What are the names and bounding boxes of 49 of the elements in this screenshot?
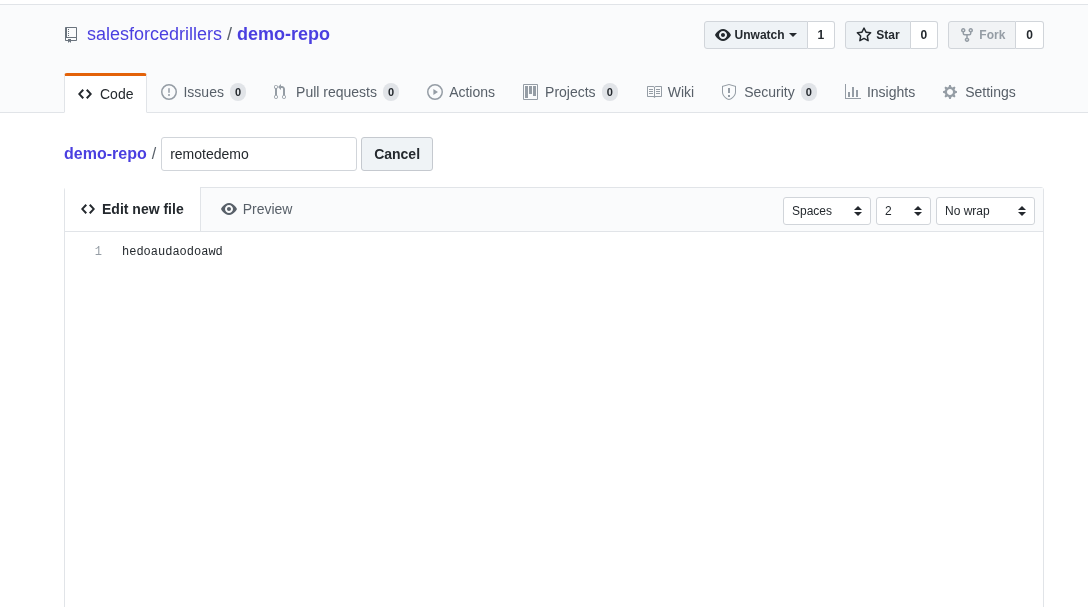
owner-link[interactable]: salesforcedrillers xyxy=(87,21,223,48)
code-line: hedoaudaodoawd xyxy=(122,244,223,261)
count-badge: 0 xyxy=(800,83,817,101)
select-dropdown[interactable]: No wrap xyxy=(936,197,1035,225)
repo-tab[interactable]: Settings xyxy=(929,72,1030,112)
repo-tab[interactable]: Issues 0 xyxy=(147,72,261,112)
code-icon xyxy=(78,86,94,102)
graph-icon xyxy=(844,84,861,100)
path-separator: / xyxy=(151,144,157,164)
eye-icon xyxy=(220,201,237,217)
play-icon xyxy=(427,84,444,100)
repo-tab[interactable]: Insights xyxy=(830,72,930,112)
shield-icon xyxy=(722,84,739,100)
repo-tab[interactable]: Code xyxy=(64,73,148,113)
editor-tab[interactable]: Preview xyxy=(200,187,313,231)
count-link[interactable]: 0 xyxy=(910,20,939,49)
filename-field[interactable]: remotedemo xyxy=(161,137,358,171)
repo-tab[interactable]: Pull requests 0 xyxy=(260,72,414,112)
select-dropdown[interactable]: Spaces xyxy=(783,197,871,225)
line-number: 1 xyxy=(93,244,102,261)
up-down-arrows-icon xyxy=(854,206,862,216)
cancel-button[interactable]: Cancel xyxy=(361,137,434,171)
repo-tab[interactable]: Projects 0 xyxy=(509,72,632,112)
watch-button[interactable]: Unwatch xyxy=(703,20,808,49)
star-icon xyxy=(856,26,873,43)
editor-tab[interactable]: Edit new file xyxy=(65,187,201,231)
up-down-arrows-icon xyxy=(1018,206,1026,216)
repo-name-link[interactable]: demo-repo xyxy=(237,21,331,48)
count-link[interactable]: 1 xyxy=(807,20,836,49)
caret-icon xyxy=(788,32,797,37)
settings-icon xyxy=(943,84,960,100)
issue-icon xyxy=(161,84,178,100)
repo-icon xyxy=(64,26,78,43)
count-badge: 0 xyxy=(383,83,400,101)
fork-icon xyxy=(959,26,976,43)
code-icon xyxy=(81,201,97,217)
repo-tab[interactable]: Wiki xyxy=(631,72,709,112)
repo-tab[interactable]: Security 0 xyxy=(708,72,831,112)
count-badge: 0 xyxy=(229,83,247,101)
repo-link[interactable]: demo-repo xyxy=(64,142,147,166)
book-icon xyxy=(645,84,662,100)
project-board-icon xyxy=(523,84,540,100)
repo-tab[interactable]: Actions xyxy=(413,72,510,112)
eye-icon xyxy=(714,26,731,43)
up-down-arrows-icon xyxy=(914,206,922,216)
select-dropdown[interactable]: 2 xyxy=(876,197,931,225)
count-badge: 0 xyxy=(601,83,618,101)
path-separator: / xyxy=(227,23,233,46)
star-button[interactable]: Star xyxy=(845,20,911,49)
